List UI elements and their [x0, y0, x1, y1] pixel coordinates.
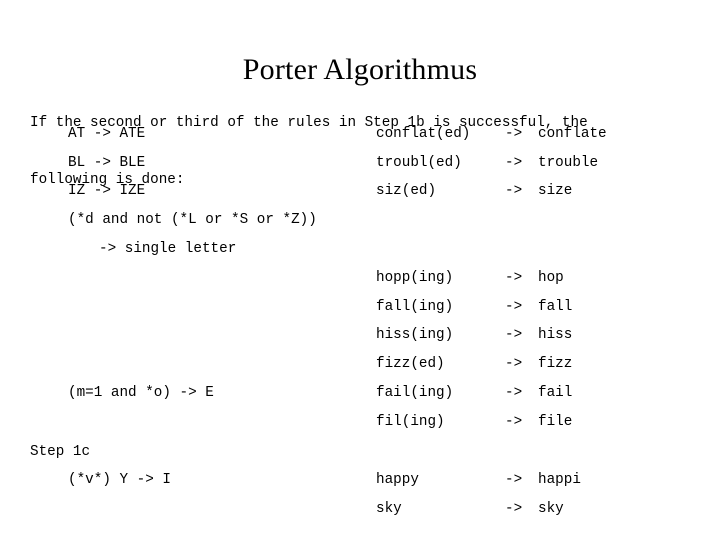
left-rule-row: AT -> ATE: [68, 126, 146, 142]
right-rule-row: fall(ing) -> fall: [376, 299, 572, 315]
right-rule-row: happy -> happi: [376, 472, 581, 488]
rule-arrow-icon: ->: [505, 385, 523, 401]
intro-paragraph: If the second or third of the rules in S…: [30, 76, 588, 228]
left-rule-row: (m=1 and *o) -> E: [68, 385, 214, 401]
rule-result: fizz: [538, 356, 573, 372]
rule-arrow-icon: ->: [505, 501, 523, 517]
slide-canvas: Porter Algorithmus If the second or thir…: [0, 0, 720, 540]
right-rule-row: conflat(ed) -> conflate: [376, 126, 607, 142]
rule-result: size: [538, 183, 573, 199]
right-rule-row: siz(ed) -> size: [376, 183, 572, 199]
rule-pattern: fall(ing): [376, 299, 454, 315]
rule-result: hop: [538, 270, 564, 286]
right-rule-row: troubl(ed) -> trouble: [376, 155, 598, 171]
rule-result: trouble: [538, 155, 599, 171]
left-rule-row: Step 1c: [30, 444, 91, 460]
rule-result: sky: [538, 501, 564, 517]
rule-arrow-icon: ->: [505, 299, 523, 315]
right-rule-row: hiss(ing) -> hiss: [376, 327, 572, 343]
right-rule-row: sky -> sky: [376, 501, 564, 517]
rule-arrow-icon: ->: [505, 270, 523, 286]
rule-pattern: fail(ing): [376, 385, 454, 401]
rule-pattern: fil(ing): [376, 414, 445, 430]
rule-arrow-icon: ->: [505, 126, 523, 142]
left-rule-row: IZ -> IZE: [68, 183, 146, 199]
rule-pattern: sky: [376, 501, 402, 517]
right-rule-row: fail(ing) -> fail: [376, 385, 572, 401]
left-rule-row: (*d and not (*L or *S or *Z)): [68, 212, 317, 228]
rule-arrow-icon: ->: [505, 327, 523, 343]
rule-result: happi: [538, 472, 581, 488]
rule-pattern: fizz(ed): [376, 356, 445, 372]
rule-pattern: conflat(ed): [376, 126, 471, 142]
rule-arrow-icon: ->: [505, 414, 523, 430]
rule-pattern: hopp(ing): [376, 270, 454, 286]
rule-pattern: happy: [376, 472, 419, 488]
rule-result: fail: [538, 385, 573, 401]
rule-arrow-icon: ->: [505, 472, 523, 488]
right-rule-row: fil(ing) -> file: [376, 414, 572, 430]
rule-result: conflate: [538, 126, 607, 142]
left-rule-row: BL -> BLE: [68, 155, 146, 171]
rule-arrow-icon: ->: [505, 183, 523, 199]
rule-arrow-icon: ->: [505, 155, 523, 171]
rule-pattern: hiss(ing): [376, 327, 454, 343]
rule-pattern: troubl(ed): [376, 155, 462, 171]
rule-arrow-icon: ->: [505, 356, 523, 372]
rule-pattern: siz(ed): [376, 183, 437, 199]
left-rule-row: -> single letter: [99, 241, 237, 257]
left-rule-row: (*v*) Y -> I: [68, 472, 171, 488]
rule-result: hiss: [538, 327, 573, 343]
right-rule-row: fizz(ed) -> fizz: [376, 356, 572, 372]
right-rule-row: hopp(ing) -> hop: [376, 270, 564, 286]
rule-result: file: [538, 414, 573, 430]
rule-result: fall: [538, 299, 573, 315]
